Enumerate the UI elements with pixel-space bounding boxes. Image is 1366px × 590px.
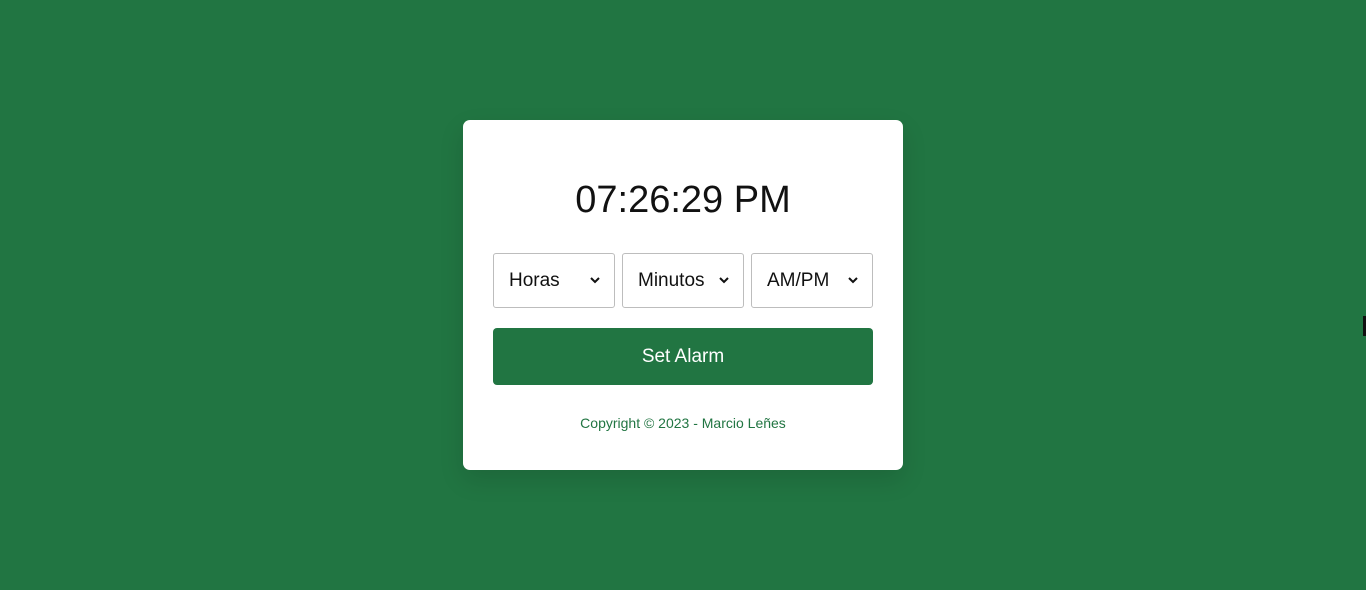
alarm-time-selects: Horas Minutos AM/PM <box>493 253 873 308</box>
alarm-card: 07:26:29 PM Horas Minutos AM/PM Set Alar… <box>463 120 903 470</box>
minute-select[interactable]: Minutos <box>622 253 744 308</box>
chevron-down-icon <box>848 277 858 285</box>
set-alarm-button[interactable]: Set Alarm <box>493 328 873 385</box>
chevron-down-icon <box>590 277 600 285</box>
current-time: 07:26:29 PM <box>575 179 791 221</box>
minute-select-value: Minutos <box>638 269 705 291</box>
hour-select-value: Horas <box>509 269 560 291</box>
ampm-select[interactable]: AM/PM <box>751 253 873 308</box>
hour-select[interactable]: Horas <box>493 253 615 308</box>
chevron-down-icon <box>719 277 729 285</box>
ampm-select-value: AM/PM <box>767 269 830 291</box>
copyright-text: Copyright © 2023 - Marcio Leñes <box>580 415 786 431</box>
